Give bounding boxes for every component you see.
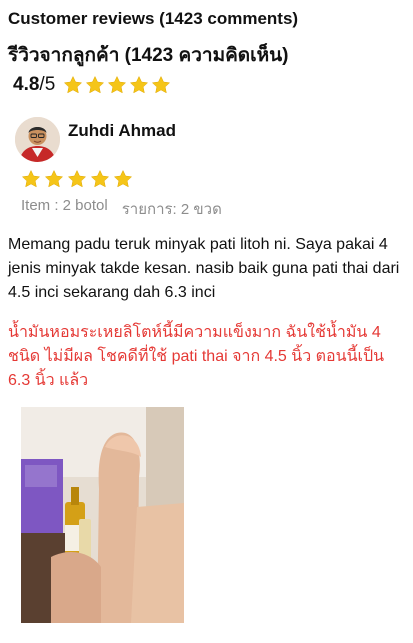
rating-max: /5 [39,74,56,95]
star-icon [44,169,64,188]
overall-stars [63,75,173,95]
review-stars [21,169,136,189]
star-icon [113,169,133,188]
overall-rating: 4.8 /5 [13,72,173,98]
star-icon [152,75,171,94]
star-icon [64,75,83,94]
review-photo[interactable] [21,407,184,623]
review-text: Memang padu teruk minyak pati litoh ni. … [8,236,400,301]
rating-score: 4.8 /5 [13,74,55,96]
star-icon [86,75,105,94]
star-icon [130,75,149,94]
reviews-heading-thai: รีวิวจากลูกค้า (1423 ความคิดเห็น) [8,45,289,66]
review-translation: น้ำมันหอมระเหยลิโตห์นี้มีความแข็งมาก ฉัน… [8,324,385,389]
star-icon [67,169,87,188]
reviewer-name: Zuhdi Ahmad [68,121,176,140]
reviews-heading-english: Customer reviews (1423 comments) [8,9,299,28]
rating-value: 4.8 [13,74,40,95]
avatar-portrait-icon [15,116,60,162]
review-photo-image [21,407,184,623]
avatar [15,116,60,162]
star-icon [108,75,127,94]
item-label-thai: รายการ: 2 ขวด [121,201,222,218]
star-icon [21,169,41,188]
item-label: Item : 2 botol [21,197,108,214]
star-icon [90,169,110,188]
review-item-info: Item : 2 botol รายการ: 2 ขวด [21,197,222,221]
reviewer: Zuhdi Ahmad [15,116,176,162]
